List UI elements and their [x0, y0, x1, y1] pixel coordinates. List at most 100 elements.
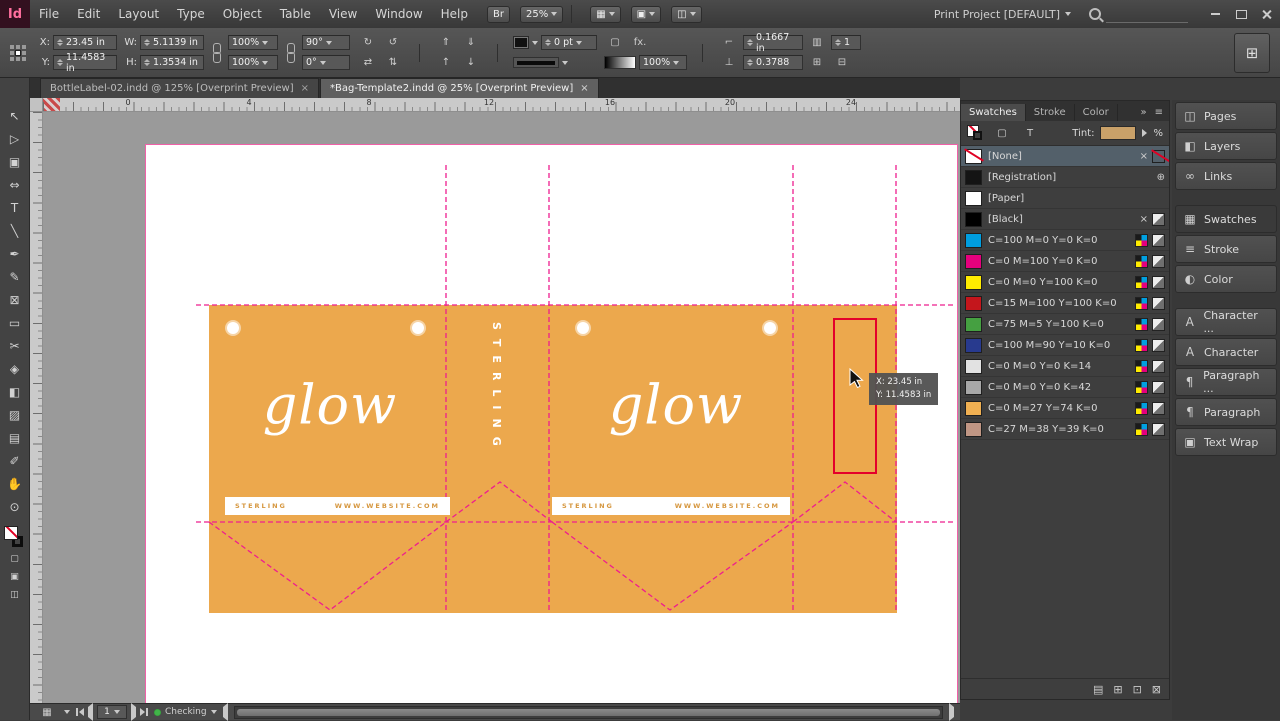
horizontal-scrollbar[interactable]	[233, 705, 943, 719]
shear-field[interactable]: 0°	[302, 55, 350, 70]
tint-slider-arrow[interactable]	[1142, 129, 1148, 137]
minimize-button[interactable]	[1202, 0, 1228, 28]
free-transform-tool[interactable]: ◈	[3, 357, 27, 380]
object-style-button[interactable]: ▢	[604, 34, 626, 51]
zoom-tool[interactable]: ⊙	[3, 495, 27, 518]
arrange-documents-button[interactable]: ◫	[671, 5, 702, 23]
fill-stroke-proxy[interactable]	[967, 125, 985, 141]
swatch-row-none[interactable]: [None] ×	[961, 146, 1169, 167]
grid-options-button[interactable]: ⊞	[806, 54, 828, 71]
apply-color-button[interactable]: ▣	[3, 568, 27, 586]
constrain-scale-icon[interactable]	[285, 42, 295, 64]
close-button[interactable]	[1254, 0, 1280, 28]
swatch-row[interactable]: C=100 M=90 Y=10 K=0	[961, 335, 1169, 356]
page-tool[interactable]: ▣	[3, 150, 27, 173]
dock-paragraph-styles-button[interactable]: ¶ Paragraph ...	[1175, 368, 1277, 396]
select-next-button[interactable]: ↓	[460, 54, 482, 71]
page-number-field[interactable]: 1	[97, 705, 127, 719]
scissors-tool[interactable]: ✂	[3, 334, 27, 357]
tab-swatches[interactable]: Swatches	[961, 104, 1026, 121]
width-field[interactable]: 5.1139 in	[140, 35, 204, 50]
tab-color[interactable]: Color	[1075, 104, 1118, 121]
dock-stroke-button[interactable]: ≡ Stroke	[1175, 235, 1277, 263]
gap-tool[interactable]: ⇔	[3, 173, 27, 196]
swatch-row[interactable]: C=0 M=0 Y=0 K=14	[961, 356, 1169, 377]
stroke-proxy-icon[interactable]	[973, 131, 982, 140]
dock-links-button[interactable]: ∞ Links	[1175, 162, 1277, 190]
formatting-affects-container-button[interactable]: ▢	[3, 550, 27, 568]
pencil-tool[interactable]: ✎	[3, 265, 27, 288]
flip-horizontal-button[interactable]: ⇄	[357, 54, 379, 71]
restore-button[interactable]	[1228, 0, 1254, 28]
scrollbar-thumb[interactable]	[236, 708, 940, 716]
swatch-row[interactable]: C=27 M=38 Y=39 K=0	[961, 419, 1169, 440]
swatch-row-registration[interactable]: [Registration] ⊕	[961, 167, 1169, 188]
menu-view[interactable]: View	[320, 0, 366, 28]
dock-layers-button[interactable]: ◧ Layers	[1175, 132, 1277, 160]
gutter-field[interactable]: 0.3788	[743, 55, 803, 70]
new-swatch-button[interactable]: ⊡	[1133, 683, 1142, 696]
fill-proxy-icon[interactable]	[3, 526, 18, 540]
gradient-feather-tool[interactable]: ▨	[3, 403, 27, 426]
horizontal-ruler[interactable]: 0 4 8 12 16 20 24	[43, 98, 960, 112]
menu-window[interactable]: Window	[366, 0, 431, 28]
rectangle-tool[interactable]: ▭	[3, 311, 27, 334]
reference-point-proxy[interactable]	[10, 44, 26, 61]
constrain-proportions-icon[interactable]	[211, 42, 221, 64]
close-icon[interactable]: ×	[301, 83, 309, 94]
gradient-tool[interactable]: ◧	[3, 380, 27, 403]
direct-selection-tool[interactable]: ▷	[3, 127, 27, 150]
swatch-row[interactable]: C=15 M=100 Y=100 K=0	[961, 293, 1169, 314]
collapse-panel-icon[interactable]: »	[1140, 107, 1146, 118]
zoom-level-dropdown[interactable]: 25%	[519, 5, 564, 23]
dock-paragraph-button[interactable]: ¶ Paragraph	[1175, 398, 1277, 426]
view-options-button[interactable]: ▦	[590, 5, 621, 23]
selection-tool[interactable]: ↖	[3, 104, 27, 127]
previous-page-button[interactable]	[88, 703, 93, 721]
swatch-row[interactable]: C=0 M=27 Y=74 K=0	[961, 398, 1169, 419]
menu-type[interactable]: Type	[168, 0, 214, 28]
scroll-left-button[interactable]	[222, 703, 228, 721]
y-field[interactable]: 11.4583 in	[53, 52, 117, 74]
panel-menu-icon[interactable]: ≡	[1155, 107, 1163, 118]
dock-character-button[interactable]: A Character	[1175, 338, 1277, 366]
menu-help[interactable]: Help	[432, 0, 477, 28]
line-tool[interactable]: ╲	[3, 219, 27, 242]
swatch-row[interactable]: C=0 M=0 Y=0 K=42	[961, 377, 1169, 398]
effects-button[interactable]: fx.	[629, 34, 651, 51]
stroke-weight-field[interactable]: 0 pt	[541, 35, 597, 50]
x-field[interactable]: 23.45 in	[53, 35, 117, 50]
select-container-button[interactable]: ⇑	[435, 34, 457, 51]
last-page-button[interactable]	[140, 708, 148, 716]
dock-pages-button[interactable]: ◫ Pages	[1175, 102, 1277, 130]
select-content-button[interactable]: ⇓	[460, 34, 482, 51]
menu-file[interactable]: File	[30, 0, 68, 28]
formatting-affects-text-icon[interactable]: T	[1019, 125, 1041, 142]
scroll-right-button[interactable]	[949, 703, 954, 721]
screen-mode-button[interactable]: ▣	[630, 5, 662, 23]
menu-edit[interactable]: Edit	[68, 0, 109, 28]
dock-character-styles-button[interactable]: A Character ...	[1175, 308, 1277, 336]
next-page-button[interactable]	[131, 703, 136, 721]
note-tool[interactable]: ▤	[3, 426, 27, 449]
rectangle-frame-tool[interactable]: ⊠	[3, 288, 27, 311]
rotate-ccw-button[interactable]: ↺	[382, 34, 404, 51]
tab-stroke[interactable]: Stroke	[1026, 104, 1075, 121]
tint-value-chip[interactable]	[1100, 126, 1137, 140]
corner-radius-field[interactable]: 0.1667 in	[743, 32, 803, 54]
stroke-type-dropdown[interactable]	[513, 57, 559, 68]
ruler-origin-corner[interactable]	[30, 98, 43, 112]
scale-y-field[interactable]: 100%	[228, 55, 278, 70]
workspace-switcher[interactable]: Print Project [DEFAULT]	[934, 8, 1071, 21]
swatch-row[interactable]: C=75 M=5 Y=100 K=0	[961, 314, 1169, 335]
menu-table[interactable]: Table	[271, 0, 320, 28]
opacity-field[interactable]: 100%	[639, 55, 687, 70]
fill-stroke-proxy[interactable]	[3, 526, 26, 550]
type-tool[interactable]: T	[3, 196, 27, 219]
swatch-row-paper[interactable]: [Paper]	[961, 188, 1169, 209]
pen-tool[interactable]: ✒	[3, 242, 27, 265]
new-swatch-group-button[interactable]: ⊞	[1113, 683, 1122, 696]
columns-field[interactable]: 1	[831, 35, 861, 50]
swatch-row[interactable]: C=0 M=100 Y=0 K=0	[961, 251, 1169, 272]
hand-tool[interactable]: ✋	[3, 472, 27, 495]
